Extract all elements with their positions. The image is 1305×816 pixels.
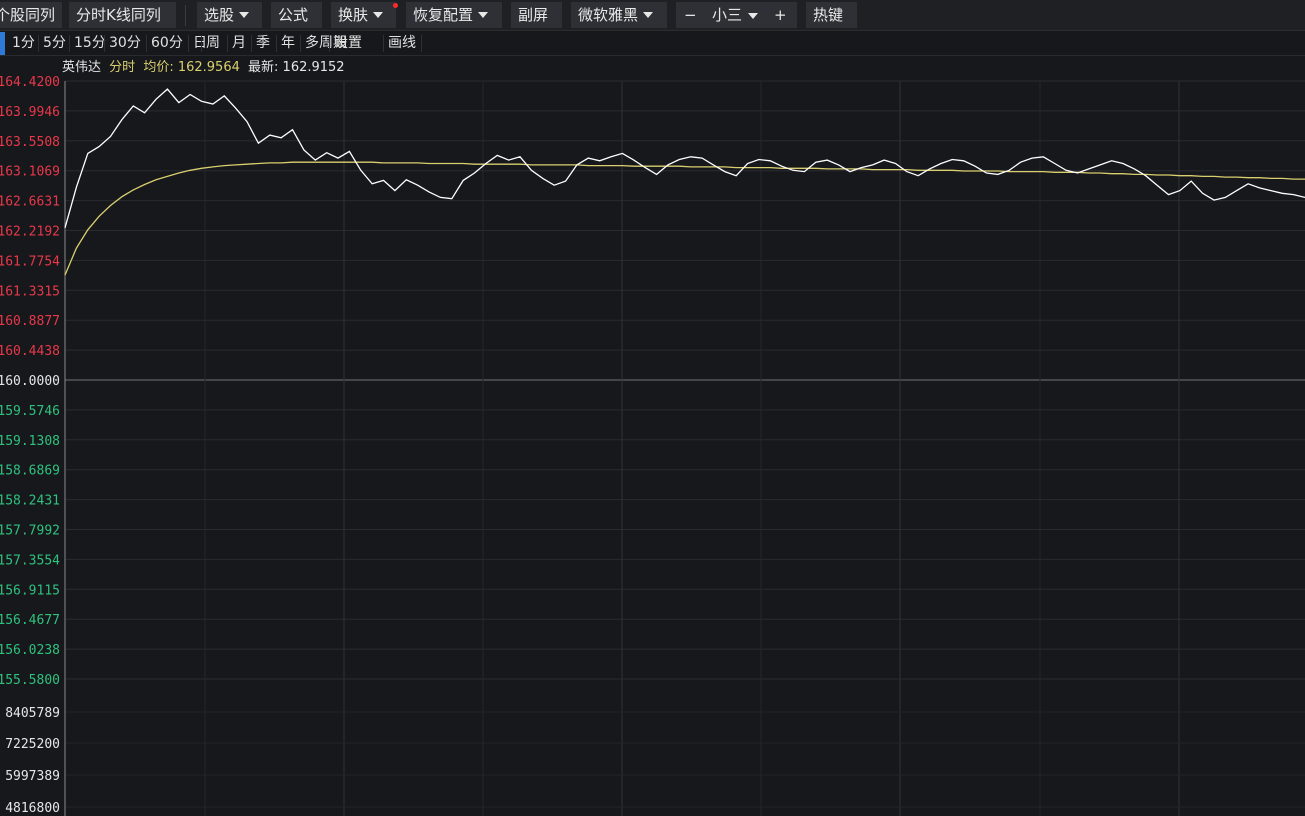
price-tick-label: 160.4438 (0, 344, 60, 359)
notification-dot-icon (393, 3, 398, 8)
chart-info-bar: 英伟达 分时 均价: 162.9564 最新: 162.9152 (62, 58, 349, 78)
price-tick-label: 163.9946 (0, 105, 60, 120)
toolbar-divider (185, 5, 186, 26)
font-size-decrease-button[interactable]: − (684, 2, 697, 28)
font-size-value[interactable]: 小三 (712, 2, 742, 28)
price-axis: 164.4200 163.9946 163.5508 163.1069 162.6631… (0, 75, 60, 688)
price-tick-label: 156.0238 (0, 643, 60, 658)
period-divider (201, 35, 202, 52)
period-divider (300, 35, 301, 52)
price-tick-label: 164.4200 (0, 75, 60, 90)
period-divider (104, 35, 105, 52)
price-tick-label: 156.4677 (0, 613, 60, 628)
period-7[interactable]: 周 (203, 33, 223, 54)
font-family-dropdown[interactable]: 微软雅黑 (571, 2, 667, 28)
price-tick-label: 158.6869 (0, 464, 60, 479)
price-tick-label: 163.5508 (0, 135, 60, 150)
formula-button[interactable]: 公式 (271, 2, 322, 28)
period-9[interactable]: 季 (253, 33, 273, 54)
average-price-value: 162.9564 (177, 60, 240, 75)
period-divider (69, 35, 70, 52)
period-divider (146, 35, 147, 52)
intraday-chart[interactable]: 164.4200 163.9946 163.5508 163.1069 162.6631… (0, 0, 1305, 816)
price-tick-label: 161.7754 (0, 254, 60, 269)
price-tick-label: 162.2192 (0, 225, 60, 240)
sub-screen-button[interactable]: 副屏 (511, 2, 562, 28)
period-divider (383, 35, 384, 52)
period-divider (38, 35, 39, 52)
price-tick-label: 163.1069 (0, 165, 60, 180)
period-10[interactable]: 年 (278, 33, 298, 54)
caret-down-icon (373, 11, 384, 18)
period-4[interactable]: 30分 (106, 33, 144, 54)
caret-down-icon (643, 11, 654, 18)
period-1[interactable]: 1分 (9, 33, 38, 54)
price-tick-label: 162.6631 (0, 195, 60, 210)
chart-grid (64, 80, 1305, 816)
price-tick-label: 156.9115 (0, 583, 60, 598)
price-tick-label: 161.3315 (0, 284, 60, 299)
period-12[interactable]: 设置 (331, 33, 365, 54)
volume-axis: 8405789 7225200 5997389 4816800 (5, 706, 60, 816)
period-divider (329, 35, 330, 52)
last-price-value: 162.9152 (282, 60, 345, 75)
price-tick-label: 159.5746 (0, 404, 60, 419)
caret-down-icon (748, 13, 758, 19)
price-tick-label: 157.7992 (0, 524, 60, 539)
last-price-label: 最新: (248, 60, 279, 75)
restore-config-dropdown[interactable]: 恢复配置 (406, 2, 502, 28)
hotkey-button[interactable]: 热键 (806, 2, 857, 28)
period-divider (421, 35, 422, 52)
price-tick-label: 159.1308 (0, 434, 60, 449)
price-tick-label: 155.5800 (0, 673, 60, 688)
stock-name: 英伟达 (62, 60, 102, 75)
skin-dropdown[interactable]: 换肤 (331, 2, 396, 28)
average-price-label: 均价: (143, 60, 174, 75)
volume-tick-label: 4816800 (5, 801, 60, 816)
period-13[interactable]: 画线 (385, 33, 419, 54)
top-toolbar: 个股同列 分时K线同列 选股 公式 换肤 恢复配置 副屏 微软雅黑 − 小三 +… (0, 0, 1305, 31)
stock-picker-dropdown[interactable]: 选股 (197, 2, 262, 28)
stock-compare-button[interactable]: 个股同列 (0, 2, 62, 28)
price-tick-label: 160.8877 (0, 314, 60, 329)
volume-tick-label: 7225200 (5, 737, 60, 752)
timeshare-kline-compare-button[interactable]: 分时K线同列 (69, 2, 176, 28)
period-8[interactable]: 月 (229, 33, 249, 54)
font-size-control: − 小三 + (676, 2, 797, 28)
volume-tick-label: 5997389 (5, 769, 60, 784)
caret-down-icon (239, 11, 250, 18)
price-tick-label: 157.3554 (0, 553, 60, 568)
average-price-line (64, 161, 1305, 276)
period-divider (251, 35, 252, 52)
period-divider (188, 35, 189, 52)
period-divider (227, 35, 228, 52)
price-line (64, 88, 1305, 228)
volume-tick-label: 8405789 (5, 706, 60, 721)
font-size-increase-button[interactable]: + (774, 2, 787, 28)
period-2[interactable]: 5分 (40, 33, 69, 54)
price-tick-label: 160.0000 (0, 374, 60, 389)
chart-mode-label: 分时 (109, 60, 136, 75)
caret-down-icon (478, 11, 489, 18)
period-divider (276, 35, 277, 52)
active-period-indicator (0, 32, 5, 55)
period-bar: 1分 5分 15分 30分 60分日周月季年多周期 设置 画线 (0, 31, 1305, 56)
price-tick-label: 158.2431 (0, 494, 60, 509)
period-5[interactable]: 60分 (148, 33, 186, 54)
